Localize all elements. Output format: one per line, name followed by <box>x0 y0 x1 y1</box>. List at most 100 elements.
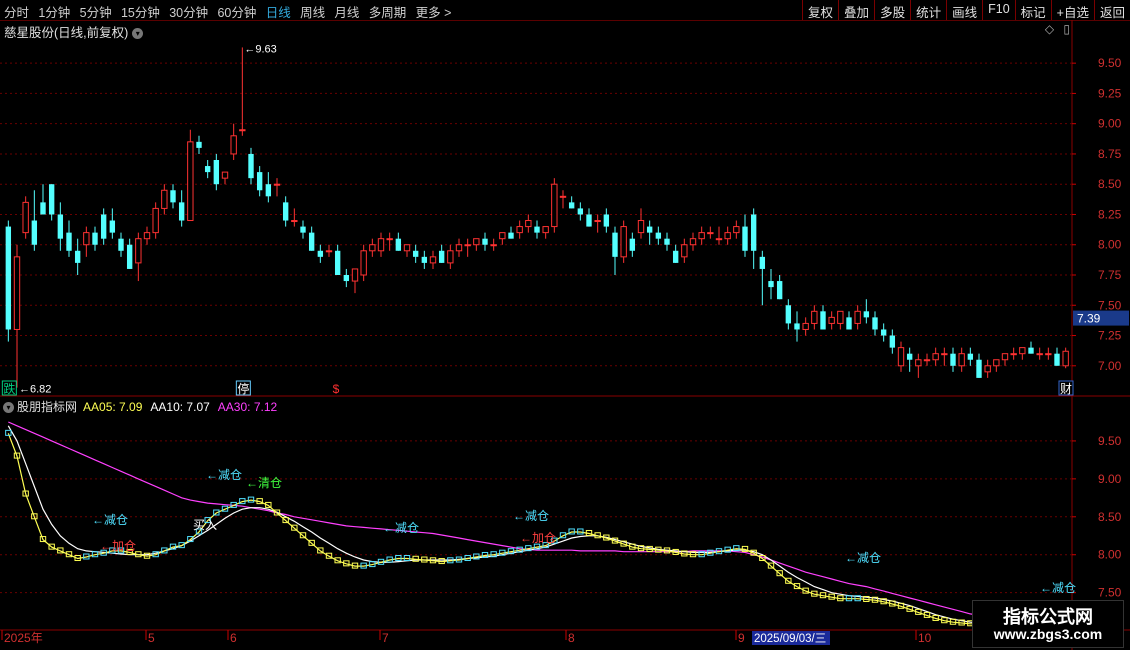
main-panel-title[interactable]: 慈星股份(日线,前复权) ▾ <box>4 22 144 41</box>
signal-label: ←清仓 <box>246 476 282 490</box>
price-axis-label: 8.50 <box>1098 177 1122 191</box>
aa10-value: AA10: 7.07 <box>150 400 210 414</box>
price-axis-label: 9.00 <box>1098 117 1122 131</box>
candle-up <box>1010 353 1017 356</box>
price-axis-label: 7.00 <box>1098 359 1122 373</box>
date-label: 6 <box>230 631 237 645</box>
candle-down <box>204 166 211 173</box>
candle-up <box>351 268 359 282</box>
signal-label: 买入 <box>193 518 217 532</box>
candle-up <box>923 359 931 362</box>
candle-down <box>785 305 792 324</box>
diamond-icon[interactable]: ◇ <box>1045 22 1054 36</box>
candle-up <box>698 232 705 240</box>
indicator-axis-label: 9.50 <box>1098 434 1122 448</box>
date-label: 5 <box>148 631 155 645</box>
candle-up <box>403 244 411 252</box>
candle-up <box>291 220 298 223</box>
price-axis-label: 9.25 <box>1098 86 1122 100</box>
candle-down <box>534 226 540 233</box>
chevron-down-icon[interactable]: ▾ <box>3 402 14 414</box>
candle-up <box>707 232 714 235</box>
candle-down <box>664 238 670 245</box>
candle-up <box>325 250 333 253</box>
candle-down <box>178 202 185 221</box>
indicator-axis-label: 7.50 <box>1098 586 1122 600</box>
candle-down <box>889 335 896 348</box>
candle-down <box>334 250 341 275</box>
candle-down <box>794 323 800 330</box>
candle-down <box>31 220 38 245</box>
candle-down <box>213 160 220 185</box>
aa05-value: AA05: 7.09 <box>83 400 143 414</box>
price-axis-label: 7.50 <box>1098 298 1122 312</box>
candle-down <box>820 311 826 330</box>
candle-up <box>525 220 532 228</box>
candle-down <box>750 214 757 251</box>
candle-up <box>915 359 922 367</box>
panel-icon[interactable]: ▯ <box>1063 22 1070 36</box>
aa30-value: AA30: 7.12 <box>217 400 278 414</box>
candle-up <box>273 183 281 186</box>
signal-label: ←减仓 <box>383 521 419 535</box>
signal-label: ←减仓 <box>206 468 242 482</box>
candle-down <box>248 153 254 179</box>
candle-down <box>672 250 679 263</box>
indicator-title[interactable]: ▾ 股朋指标网 AA05: 7.09 AA10: 7.07 AA30: 7.12 <box>3 398 277 415</box>
candle-up <box>135 238 142 264</box>
candle-down <box>395 238 402 251</box>
candle-up <box>733 226 740 234</box>
candle-up <box>681 244 688 258</box>
event-mark: $ <box>333 382 340 396</box>
candle-up <box>802 322 809 330</box>
candle-up <box>958 353 965 367</box>
signal-label: ←减仓 <box>1040 581 1076 595</box>
candle-down <box>872 317 878 330</box>
candle-down <box>308 232 315 251</box>
candle-down <box>880 329 887 336</box>
candle-down <box>586 214 592 227</box>
date-label: 2025年 <box>4 631 43 645</box>
candle-down <box>759 256 766 269</box>
candle-up <box>1019 347 1026 355</box>
candle-down <box>343 275 350 282</box>
candle-down <box>48 184 55 215</box>
candle-up <box>542 226 549 234</box>
indicator-axis-label: 9.00 <box>1098 472 1122 486</box>
candle-down <box>74 250 81 263</box>
candle-up <box>1062 350 1069 367</box>
candle-down <box>776 281 783 300</box>
candle-up <box>854 310 861 324</box>
candle-up <box>1001 353 1009 361</box>
candle-down <box>482 238 488 245</box>
candle-up <box>993 359 1000 367</box>
date-label: 9 <box>738 631 745 645</box>
candle-up <box>490 244 497 247</box>
chevron-down-icon[interactable]: ▾ <box>132 28 144 40</box>
candle-up <box>230 135 237 155</box>
candle-up <box>429 256 437 264</box>
candle-down <box>109 220 116 233</box>
candle-down <box>126 244 133 269</box>
candle-down <box>577 208 584 215</box>
kline-chart[interactable]: 9.50 9.25 9.00 8.75 8.50 8.25 8.00 7.75 7.50 7.25… <box>0 0 1130 650</box>
candle-down <box>976 359 982 378</box>
candle-up <box>83 232 90 246</box>
candle-up <box>941 353 948 356</box>
candle-up <box>620 226 627 258</box>
candle-up <box>464 244 471 247</box>
candle-down <box>438 250 445 263</box>
candle-up <box>369 244 376 252</box>
signal-label: ←加仓 <box>100 539 136 553</box>
candle-down <box>118 238 124 251</box>
candle-down <box>196 141 202 148</box>
candle-up <box>984 365 991 373</box>
candle-down <box>612 232 618 257</box>
candle-up <box>152 207 159 234</box>
candle-down <box>950 353 956 366</box>
candle-down <box>655 232 662 239</box>
candle-down <box>508 232 514 239</box>
aa05-line <box>7 433 1075 627</box>
stock-title: 慈星股份(日线,前复权) <box>4 26 129 40</box>
candle-up <box>1036 353 1043 356</box>
